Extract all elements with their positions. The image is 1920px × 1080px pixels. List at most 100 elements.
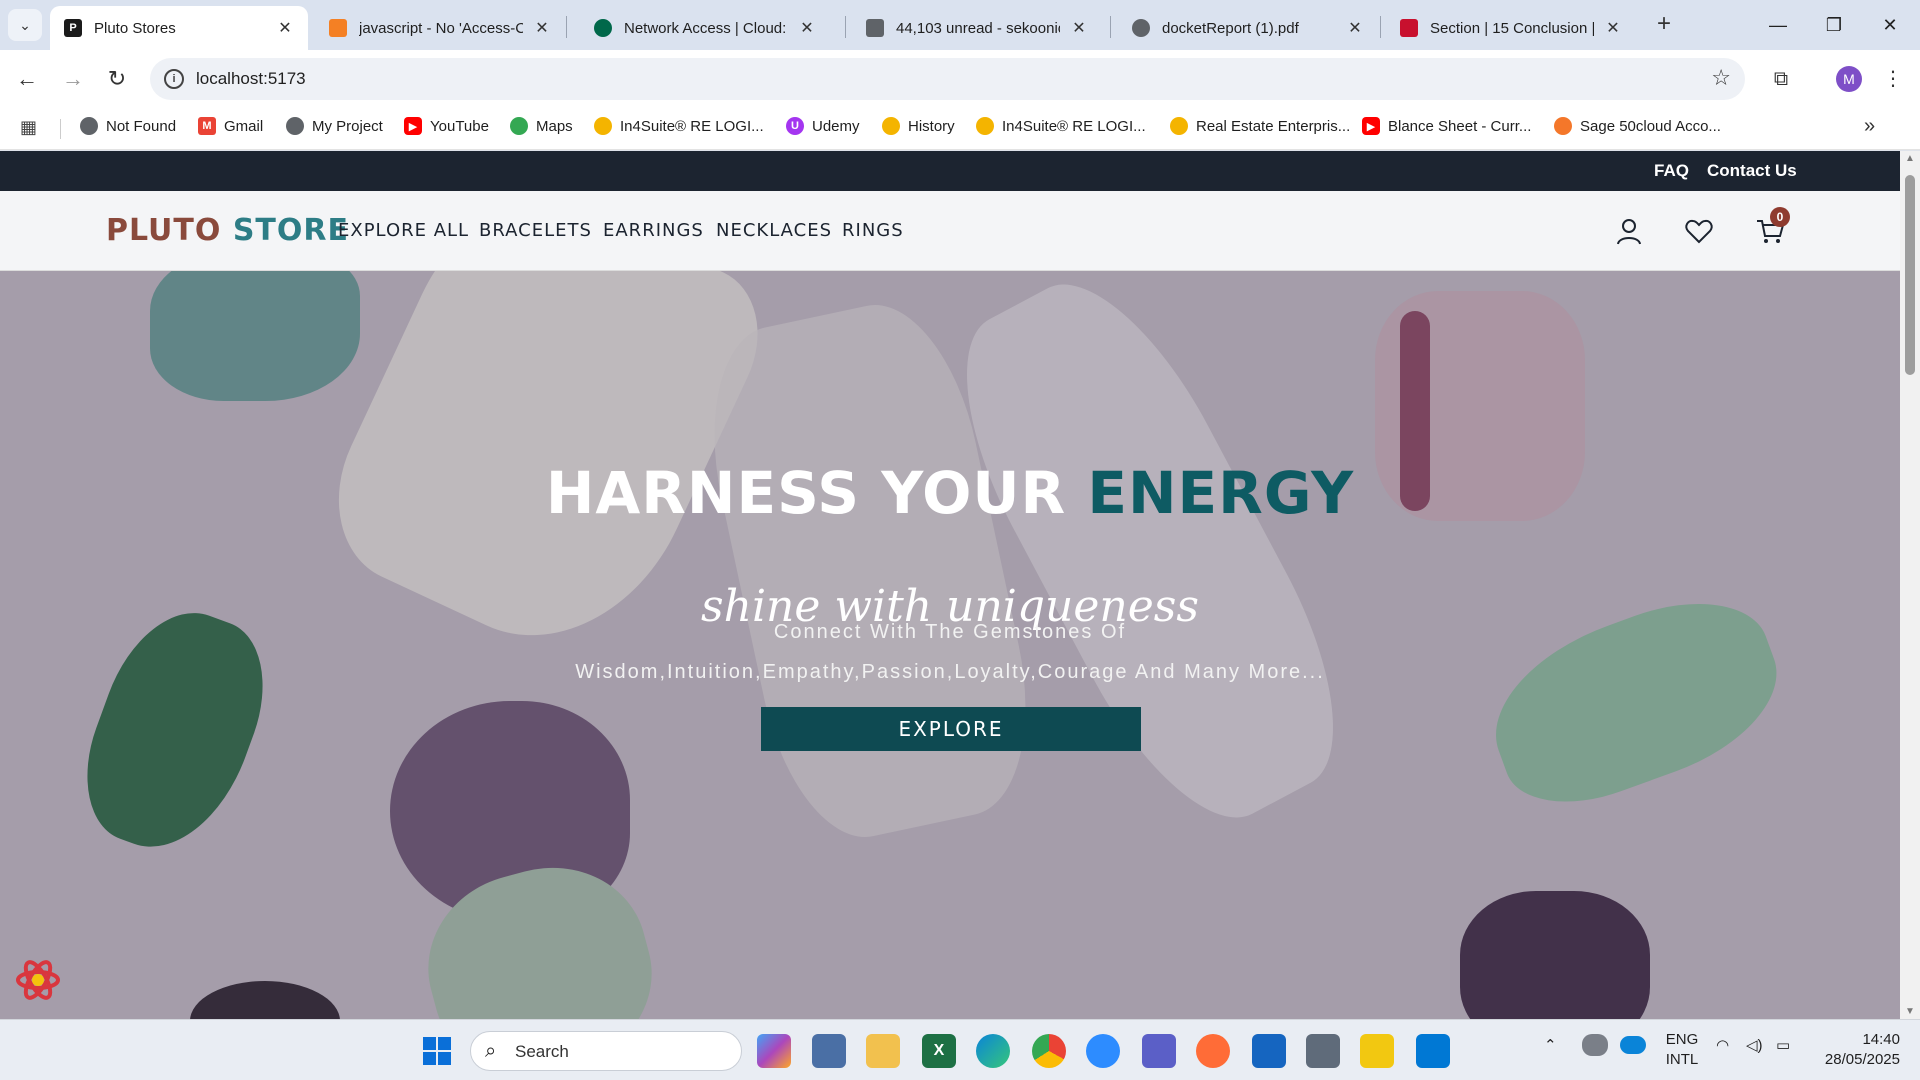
teams-icon[interactable] <box>1142 1034 1176 1068</box>
cart-count-badge: 0 <box>1770 207 1790 227</box>
restore-button[interactable]: ❐ <box>1814 10 1854 40</box>
nav-explore-all[interactable]: EXPLORE ALL <box>338 220 469 241</box>
reload-button[interactable]: ↻ <box>100 62 134 96</box>
battery-icon[interactable]: ▭ <box>1776 1036 1790 1054</box>
tab-title: docketReport (1).pdf <box>1162 19 1299 37</box>
excel-icon[interactable]: X <box>922 1034 956 1068</box>
close-icon[interactable]: ✕ <box>1070 18 1088 38</box>
gmail-icon: M <box>198 117 216 135</box>
scroll-down-icon[interactable]: ▼ <box>1900 1006 1920 1017</box>
explore-button[interactable]: EXPLORE <box>761 707 1141 751</box>
in4suite-icon <box>1170 117 1188 135</box>
vscode-icon[interactable] <box>1416 1034 1450 1068</box>
tab-search-button[interactable]: ⌄ <box>8 9 42 41</box>
close-icon[interactable]: ✕ <box>798 18 816 38</box>
contact-us-link[interactable]: Contact Us <box>1707 161 1797 181</box>
user-icon[interactable] <box>1613 215 1645 247</box>
bookmark-gmail[interactable]: M Gmail <box>198 117 263 135</box>
calculator-icon[interactable] <box>1306 1034 1340 1068</box>
windows-start-icon[interactable] <box>420 1034 454 1068</box>
bookmark-in4suite-1[interactable]: In4Suite® RE LOGI... <box>594 117 764 135</box>
bookmark-my-project[interactable]: My Project <box>286 117 383 135</box>
tab-strip: ⌄ P Pluto Stores ✕ javascript - No 'Acce… <box>0 0 1920 50</box>
postman-icon[interactable] <box>1196 1034 1230 1068</box>
extensions-icon[interactable]: ⧉ <box>1764 62 1798 96</box>
tab-stackoverflow[interactable]: javascript - No 'Access-Cor ✕ <box>315 6 565 50</box>
scrollbar-thumb[interactable] <box>1905 175 1915 375</box>
bookmark-youtube[interactable]: ▶ YouTube <box>404 117 489 135</box>
system-clock[interactable]: 14:40 28/05/2025 <box>1810 1030 1900 1070</box>
weather-cloud-icon[interactable] <box>1582 1034 1608 1056</box>
minimize-button[interactable]: — <box>1758 10 1798 40</box>
copilot-icon[interactable] <box>757 1034 791 1068</box>
bookmarks-bar: ▦ Not Found M Gmail My Project ▶ YouTube M… <box>0 107 1920 150</box>
onedrive-icon[interactable] <box>1620 1036 1646 1054</box>
more-menu-icon[interactable]: ⋮ <box>1876 62 1910 96</box>
site-logo[interactable]: PLUTO STORE <box>106 213 349 248</box>
windows-taskbar: ⌕ Search X ⌃ ENG INTL ◠ ◁) ▭ 14:40 28/05… <box>0 1019 1920 1080</box>
close-window-button[interactable]: ✕ <box>1870 10 1910 40</box>
globe-icon <box>80 117 98 135</box>
hero-title: HARNESS YOUR ENERGY <box>545 459 1355 527</box>
tab-docket-report[interactable]: docketReport (1).pdf ✕ <box>1118 6 1378 50</box>
bookmark-maps[interactable]: Maps <box>510 117 573 135</box>
faq-link[interactable]: FAQ <box>1654 161 1689 181</box>
mongodb-leaf-icon <box>594 19 612 37</box>
nav-bracelets[interactable]: BRACELETS <box>479 220 592 241</box>
bookmark-sage[interactable]: Sage 50cloud Acco... <box>1554 117 1721 135</box>
close-icon[interactable]: ✕ <box>276 18 294 38</box>
nav-rings[interactable]: RINGS <box>842 220 904 241</box>
bookmark-not-found[interactable]: Not Found <box>80 117 176 135</box>
edge-icon[interactable] <box>976 1034 1010 1068</box>
heart-icon[interactable] <box>1683 215 1715 247</box>
bookmark-real-estate[interactable]: Real Estate Enterpris... <box>1170 117 1350 135</box>
hero-overlay <box>0 271 1900 1019</box>
react-devtools-icon[interactable] <box>14 956 62 1004</box>
hero-tagline-1: Connect With The Gemstones Of <box>773 621 1127 643</box>
chevron-down-icon: ⌄ <box>19 16 31 33</box>
nav-necklaces[interactable]: NECKLACES <box>716 220 832 241</box>
tab-title: javascript - No 'Access-Cor <box>359 19 523 37</box>
browser-toolbar: ← → ↻ i localhost:5173 ☆ ⧉ M ⋮ <box>0 50 1920 107</box>
file-explorer-icon[interactable] <box>866 1034 900 1068</box>
power-bi-icon[interactable] <box>1360 1034 1394 1068</box>
nav-earrings[interactable]: EARRINGS <box>603 220 704 241</box>
address-bar[interactable]: i localhost:5173 ☆ <box>150 58 1745 100</box>
show-hidden-icons-icon[interactable]: ⌃ <box>1544 1036 1557 1054</box>
tab-pluto-stores[interactable]: P Pluto Stores ✕ <box>50 6 308 50</box>
bookmark-star-icon[interactable]: ☆ <box>1711 65 1731 91</box>
bookmark-in4suite-2[interactable]: In4Suite® RE LOGI... <box>976 117 1146 135</box>
volume-icon[interactable]: ◁) <box>1746 1036 1763 1054</box>
tab-title: Pluto Stores <box>94 19 176 37</box>
bookmark-history[interactable]: History <box>882 117 955 135</box>
remote-desktop-icon[interactable] <box>812 1034 846 1068</box>
bookmark-udemy[interactable]: U Udemy <box>786 117 860 135</box>
forward-button[interactable]: → <box>56 62 90 96</box>
page-scrollbar[interactable]: ▲ ▼ <box>1900 151 1920 1019</box>
chrome-icon[interactable] <box>1032 1034 1066 1068</box>
more-bookmarks-icon[interactable]: » <box>1864 115 1875 138</box>
tab-mail[interactable]: 44,103 unread - sekoonio ✕ <box>852 6 1102 50</box>
udemy-icon: U <box>786 117 804 135</box>
close-icon[interactable]: ✕ <box>1604 18 1622 38</box>
bookmark-balance-sheet[interactable]: ▶ Blance Sheet - Curr... <box>1362 117 1531 135</box>
close-icon[interactable]: ✕ <box>533 18 551 38</box>
profile-avatar[interactable]: M <box>1836 66 1862 92</box>
new-tab-button[interactable]: + <box>1650 10 1678 38</box>
youtube-icon: ▶ <box>404 117 422 135</box>
bookmark-separator <box>60 119 61 139</box>
apps-grid-icon[interactable]: ▦ <box>20 117 37 138</box>
language-indicator[interactable]: ENG INTL <box>1660 1030 1704 1070</box>
back-button[interactable]: ← <box>10 62 44 96</box>
acca-favicon-icon <box>1400 19 1418 37</box>
url-text[interactable]: localhost:5173 <box>196 69 306 89</box>
sql-tool-icon[interactable] <box>1252 1034 1286 1068</box>
tab-acca-section[interactable]: Section | 15 Conclusion | A ✕ <box>1386 6 1636 50</box>
scroll-up-icon[interactable]: ▲ <box>1900 153 1920 164</box>
zoom-icon[interactable] <box>1086 1034 1120 1068</box>
tab-mongodb[interactable]: Network Access | Cloud: M ✕ <box>580 6 830 50</box>
taskbar-search-box[interactable]: ⌕ Search <box>470 1031 742 1071</box>
close-icon[interactable]: ✕ <box>1346 18 1364 38</box>
wifi-icon[interactable]: ◠ <box>1716 1036 1729 1054</box>
site-info-icon[interactable]: i <box>164 69 184 89</box>
